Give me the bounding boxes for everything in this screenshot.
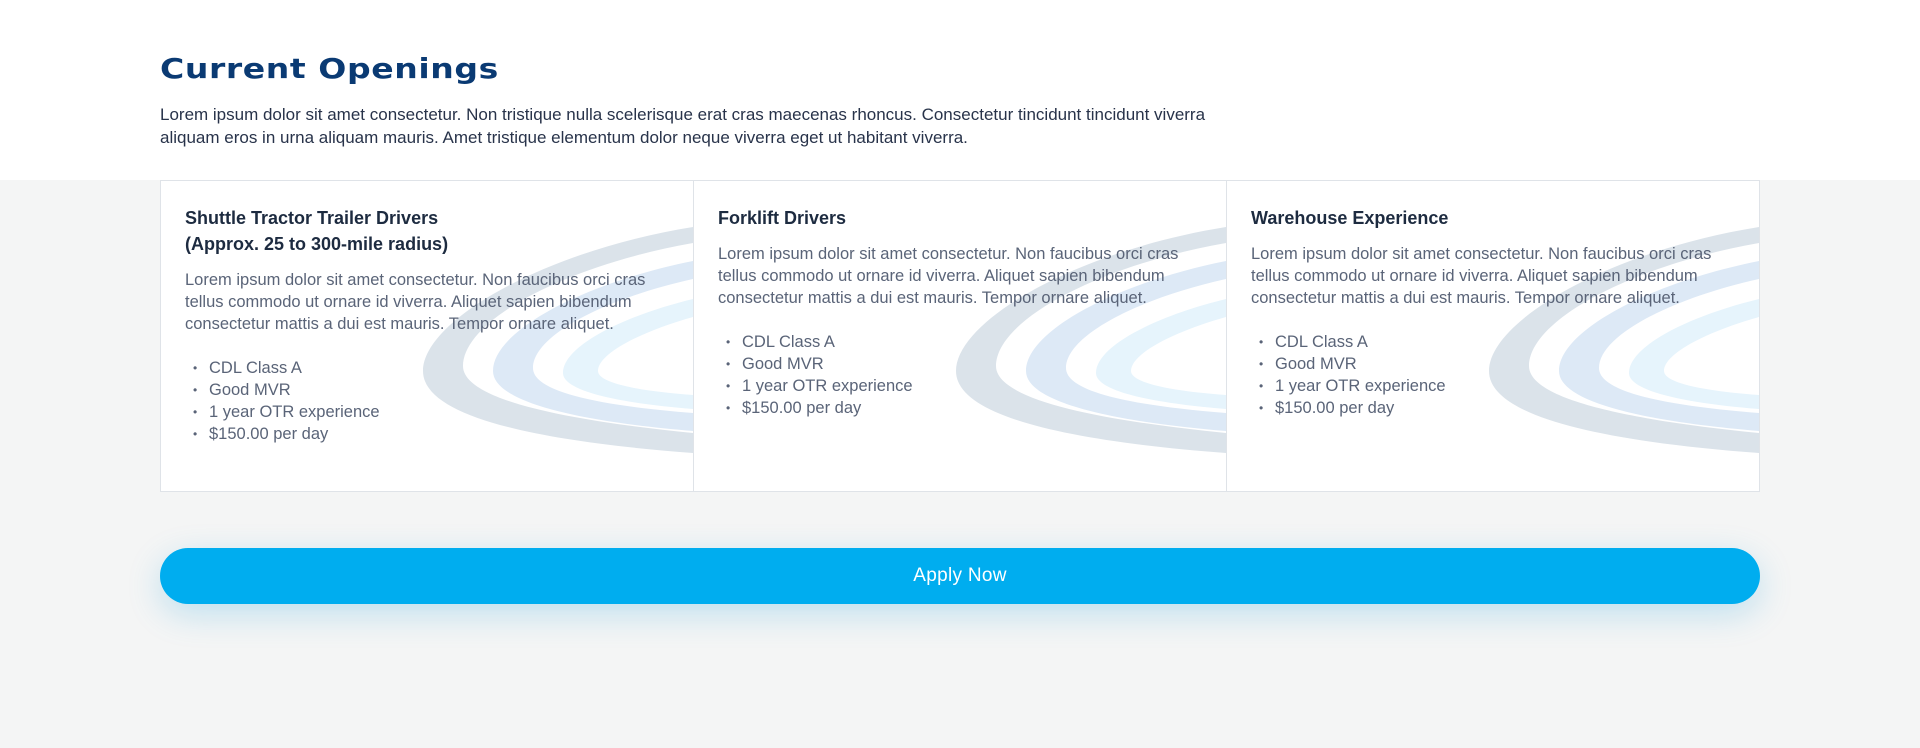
job-cards: Shuttle Tractor Trailer Drivers (Approx.… xyxy=(160,180,1760,492)
list-item: $150.00 per day xyxy=(193,423,669,445)
requirements-list: CDL Class A Good MVR 1 year OTR experien… xyxy=(1251,331,1735,419)
list-item: 1 year OTR experience xyxy=(1259,375,1735,397)
apply-now-button[interactable]: Apply Now xyxy=(160,548,1760,604)
job-title: Forklift Drivers xyxy=(718,208,847,228)
list-item: CDL Class A xyxy=(1259,331,1735,353)
list-item: Good MVR xyxy=(193,379,669,401)
header-band: Current Openings Lorem ipsum dolor sit a… xyxy=(0,0,1920,180)
job-card: Warehouse Experience Lorem ipsum dolor s… xyxy=(1227,181,1759,491)
list-item: CDL Class A xyxy=(193,357,669,379)
job-card: Shuttle Tractor Trailer Drivers (Approx.… xyxy=(161,181,694,491)
list-item: $150.00 per day xyxy=(726,397,1202,419)
list-item: $150.00 per day xyxy=(1259,397,1735,419)
list-item: 1 year OTR experience xyxy=(726,375,1202,397)
job-description: Lorem ipsum dolor sit amet consectetur. … xyxy=(1251,245,1712,307)
section-intro: Lorem ipsum dolor sit amet consectetur. … xyxy=(160,105,1206,147)
job-description: Lorem ipsum dolor sit amet consectetur. … xyxy=(185,271,646,333)
job-description: Lorem ipsum dolor sit amet consectetur. … xyxy=(718,245,1179,307)
job-title: Warehouse Experience xyxy=(1251,208,1449,228)
list-item: Good MVR xyxy=(1259,353,1735,375)
list-item: 1 year OTR experience xyxy=(193,401,669,423)
job-card: Forklift Drivers Lorem ipsum dolor sit a… xyxy=(694,181,1227,491)
requirements-list: CDL Class A Good MVR 1 year OTR experien… xyxy=(718,331,1202,419)
list-item: CDL Class A xyxy=(726,331,1202,353)
job-title: Shuttle Tractor Trailer Drivers (Approx.… xyxy=(185,208,449,254)
page-title: Current Openings xyxy=(160,52,499,85)
requirements-list: CDL Class A Good MVR 1 year OTR experien… xyxy=(185,357,669,445)
list-item: Good MVR xyxy=(726,353,1202,375)
